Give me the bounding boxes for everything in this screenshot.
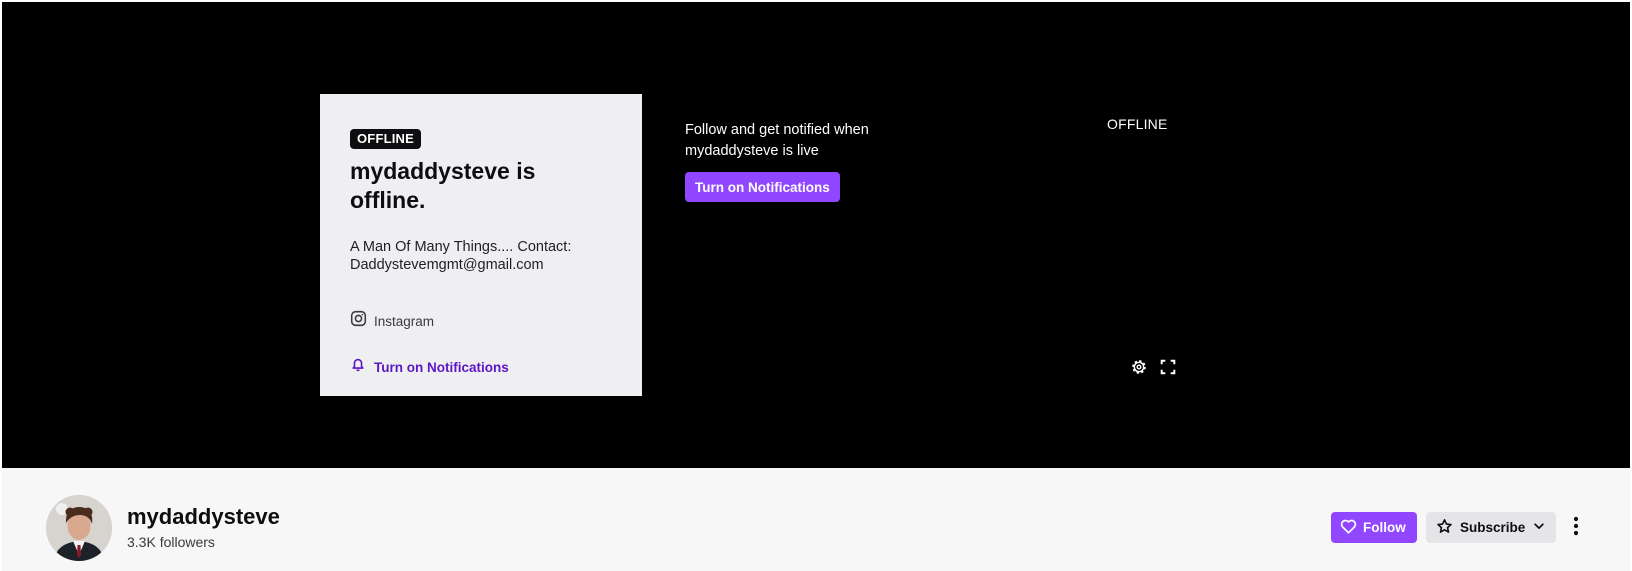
follower-count: 3.3K followers <box>127 534 215 550</box>
chevron-down-icon <box>1532 519 1546 536</box>
offline-badge: OFFLINE <box>350 129 422 149</box>
offline-card: OFFLINE mydaddysteve is offline. A Man O… <box>320 94 642 396</box>
channel-description: A Man Of Many Things.... Contact: Daddys… <box>350 239 572 273</box>
channel-avatar[interactable] <box>46 495 112 561</box>
offline-title: mydaddysteve is offline. <box>350 158 536 213</box>
subscribe-button[interactable]: Subscribe <box>1426 512 1557 543</box>
instagram-link-label: Instagram <box>374 313 435 329</box>
channel-name[interactable]: mydaddysteve <box>127 504 280 530</box>
turn-on-notifications-button[interactable]: Turn on Notifications <box>685 172 840 202</box>
fullscreen-icon <box>1159 358 1177 381</box>
promo-text: Follow and get notified when mydaddystev… <box>685 122 869 159</box>
card-notifications-label: Turn on Notifications <box>374 359 509 375</box>
heart-icon <box>1340 519 1357 537</box>
follow-label: Follow <box>1363 520 1406 535</box>
channel-info-bar: mydaddysteve 3.3K followers Follow Subsc… <box>2 468 1630 571</box>
star-icon <box>1436 518 1453 538</box>
notification-promo: Follow and get notified when mydaddystev… <box>685 120 915 202</box>
offline-status-label: OFFLINE <box>1107 116 1168 132</box>
settings-button[interactable] <box>1128 358 1150 380</box>
subscribe-label: Subscribe <box>1460 520 1526 535</box>
instagram-icon <box>350 310 367 332</box>
video-player[interactable]: OFFLINE mydaddysteve is offline. A Man O… <box>2 2 1630 468</box>
follow-button[interactable]: Follow <box>1331 512 1417 543</box>
fullscreen-button[interactable] <box>1157 358 1179 380</box>
instagram-link[interactable]: Instagram <box>350 310 612 332</box>
more-options-button[interactable] <box>1566 515 1586 541</box>
bell-icon <box>350 356 366 378</box>
vertical-dots-icon <box>1573 516 1579 541</box>
gear-icon <box>1130 358 1148 381</box>
card-notifications-link[interactable]: Turn on Notifications <box>350 356 612 378</box>
channel-page: OFFLINE mydaddysteve is offline. A Man O… <box>0 0 1632 571</box>
